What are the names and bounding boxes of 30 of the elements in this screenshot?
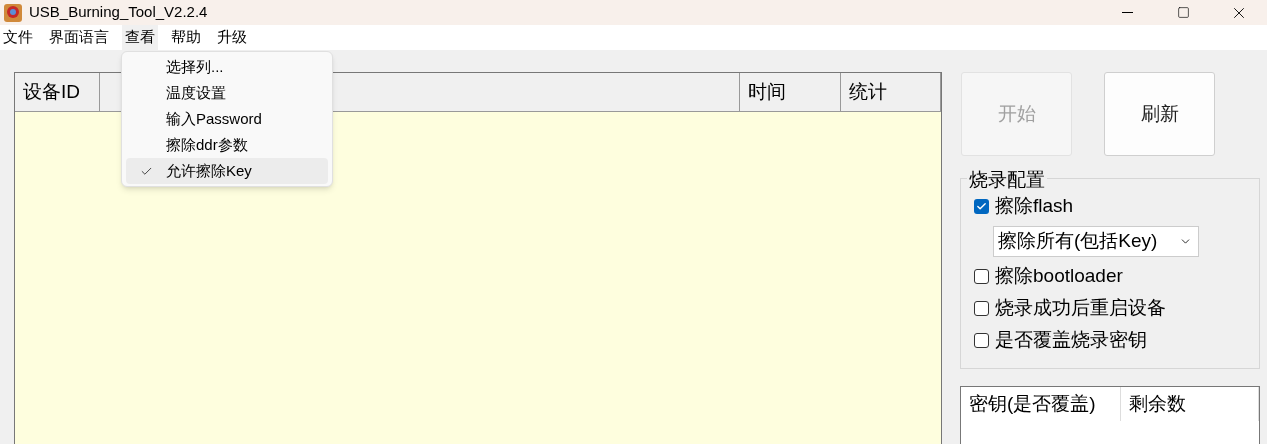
erase-mode-select[interactable]: 擦除所有(包括Key): [993, 225, 1199, 257]
dropdown-item[interactable]: 温度设置: [126, 80, 328, 106]
menu-item[interactable]: 界面语言: [46, 25, 112, 50]
column-header[interactable]: 密钥(是否覆盖): [961, 387, 1122, 421]
checkbox-label: 烧录成功后重启设备: [995, 295, 1166, 320]
action-button[interactable]: 刷新: [1104, 72, 1215, 156]
column-header[interactable]: 时间: [740, 73, 841, 111]
checkbox[interactable]: [974, 300, 989, 316]
checkbox-label: 擦除flash: [995, 193, 1074, 218]
column-header[interactable]: 剩余数: [1121, 387, 1259, 421]
checkbox-label: 擦除bootloader: [995, 263, 1123, 288]
checkbox-label: 是否覆盖烧录密钥: [995, 327, 1147, 352]
menu-item[interactable]: 查看: [122, 25, 158, 50]
dropdown-item[interactable]: 擦除ddr参数: [126, 132, 328, 158]
maximize-icon: [1176, 6, 1190, 19]
dropdown-item[interactable]: 选择列...: [126, 54, 328, 80]
column-header[interactable]: 统计: [841, 73, 941, 111]
check-icon: [976, 200, 987, 212]
checkbox[interactable]: [974, 198, 989, 214]
menu-item[interactable]: 帮助: [168, 25, 204, 50]
checkbox[interactable]: [974, 332, 989, 348]
menu-item[interactable]: 文件: [0, 25, 36, 50]
dropdown-item[interactable]: 允许擦除Key: [126, 158, 328, 184]
window-title: USB_Burning_Tool_V2.2.4: [29, 2, 208, 23]
minimize-icon: [1121, 12, 1133, 13]
app-logo-icon: [3, 2, 23, 23]
checkbox[interactable]: [974, 268, 989, 284]
column-header[interactable]: 设备ID: [15, 73, 100, 111]
dropdown-item[interactable]: 输入Password: [126, 106, 328, 132]
menu-item[interactable]: 升级: [214, 25, 250, 50]
